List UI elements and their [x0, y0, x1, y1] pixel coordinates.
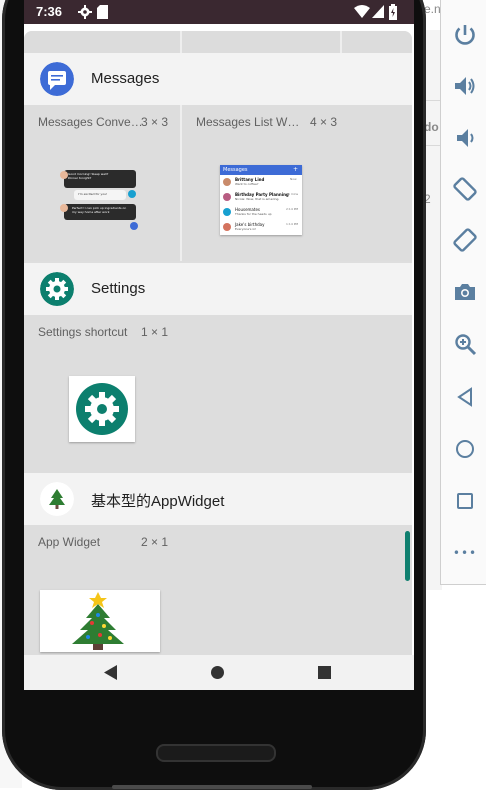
home-button[interactable] — [452, 436, 478, 462]
app-name: Messages — [91, 70, 160, 87]
settings-gear-icon — [76, 383, 128, 435]
zoom-button[interactable] — [452, 331, 478, 357]
app-header-messages: Messages — [24, 53, 412, 105]
preview-snippet: Everyone's in! — [235, 227, 257, 231]
widget-messages-conversation[interactable]: Messages Conve… 3 × 3 Good morning! Slee… — [24, 105, 180, 261]
app-header-appwidget: 基本型的AppWidget — [24, 473, 412, 525]
preview-title: Messages — [223, 167, 248, 173]
widget-preview — [69, 376, 135, 442]
nav-home-icon[interactable] — [211, 666, 224, 679]
rotate-right-button[interactable] — [452, 227, 478, 253]
status-bar: 7:36 — [24, 0, 414, 24]
widget-picker: Messages Messages Conve… 3 × 3 Good morn… — [24, 31, 412, 655]
home-icon — [456, 440, 474, 458]
christmas-tree-icon — [72, 592, 124, 650]
rotate-left-icon — [453, 177, 477, 201]
volume-up-button[interactable] — [452, 73, 478, 99]
more-button[interactable]: ••• — [452, 540, 478, 566]
overview-button[interactable] — [452, 488, 478, 514]
status-time: 7:36 — [36, 4, 63, 19]
signal-icon — [372, 5, 384, 18]
widget-label: Messages List W… — [196, 115, 300, 129]
app-name: 基本型的AppWidget — [91, 493, 225, 510]
app-header-settings: Settings — [24, 263, 412, 315]
previous-widget-row — [24, 31, 412, 53]
nav-back-icon[interactable] — [104, 665, 118, 680]
power-button[interactable] — [452, 22, 478, 48]
back-icon — [457, 387, 472, 407]
widget-app-widget[interactable]: App Widget 2 × 1 — [24, 525, 412, 655]
widget-label: Messages Conve… — [38, 115, 143, 129]
messages-app-icon — [40, 62, 74, 96]
preview-snippet: Nicole: Wow, that is amazing. — [235, 197, 280, 201]
widget-preview — [40, 590, 160, 652]
widget-label: App Widget — [38, 535, 101, 549]
widget-size: 1 × 1 — [141, 325, 169, 339]
widget-preview: Good morning! Sleep well? Dinner tonight… — [60, 168, 140, 232]
preview-time: Now — [290, 177, 297, 181]
app-name: Settings — [91, 280, 146, 297]
back-button[interactable] — [452, 384, 478, 410]
zoom-icon — [455, 334, 477, 356]
cell-divider — [340, 31, 342, 53]
preview-add-icon: + — [293, 166, 299, 173]
widget-size: 2 × 1 — [141, 535, 169, 549]
battery-charging-icon — [389, 4, 397, 20]
wifi-icon — [354, 5, 370, 18]
preview-bubble: Perfect! I can pick up ingredients on my… — [72, 206, 127, 214]
widget-messages-list[interactable]: Messages List W… 4 × 3 Messages + Britta… — [182, 105, 412, 261]
phone-base — [112, 785, 312, 789]
preview-time: 5 mins — [288, 192, 299, 196]
widget-preview: Messages + Brittany Lind Want to coffee?… — [220, 165, 302, 235]
volume-down-icon — [457, 129, 474, 147]
tree-app-icon — [40, 482, 74, 516]
preview-bubble: Good morning! Sleep well? Dinner tonight… — [68, 172, 109, 180]
background-text: e.n — [424, 2, 441, 16]
phone-frame: 7:36 Messages Messages Conve… 3 × 3 Good… — [2, 0, 426, 790]
widget-size: 4 × 3 — [310, 115, 338, 129]
emulator-toolbar: ••• — [440, 0, 486, 585]
nav-recents-icon[interactable] — [318, 666, 331, 679]
background-text: do — [424, 120, 439, 134]
preview-bubble: I'm excited for you! — [78, 192, 108, 196]
preview-time: 2:14 PM — [286, 207, 299, 211]
phone-bottom-speaker — [156, 744, 276, 762]
preview-snippet: Want to coffee? — [235, 182, 259, 186]
phone-screen: 7:36 Messages Messages Conve… 3 × 3 Good… — [24, 0, 414, 690]
widget-size: 3 × 3 — [141, 115, 169, 129]
power-icon — [455, 25, 475, 45]
scrollbar-thumb[interactable] — [405, 531, 410, 581]
volume-down-button[interactable] — [452, 125, 478, 151]
overview-icon — [457, 493, 473, 509]
more-icon: ••• — [452, 546, 478, 560]
widget-label: Settings shortcut — [38, 325, 128, 339]
rotate-left-button[interactable] — [452, 176, 478, 202]
navigation-bar — [24, 655, 414, 690]
cell-divider — [180, 31, 182, 53]
gear-icon — [78, 5, 92, 19]
volume-up-icon — [455, 77, 475, 95]
settings-app-icon — [40, 272, 74, 306]
preview-time: 1:14 PM — [286, 222, 299, 226]
screenshot-button[interactable] — [452, 279, 478, 305]
camera-icon — [455, 284, 475, 300]
widget-settings-shortcut[interactable]: Settings shortcut 1 × 1 — [24, 315, 412, 473]
rotate-right-icon — [453, 228, 477, 252]
preview-snippet: Thanks for the heads up — [235, 212, 272, 216]
sd-card-icon — [97, 5, 108, 19]
